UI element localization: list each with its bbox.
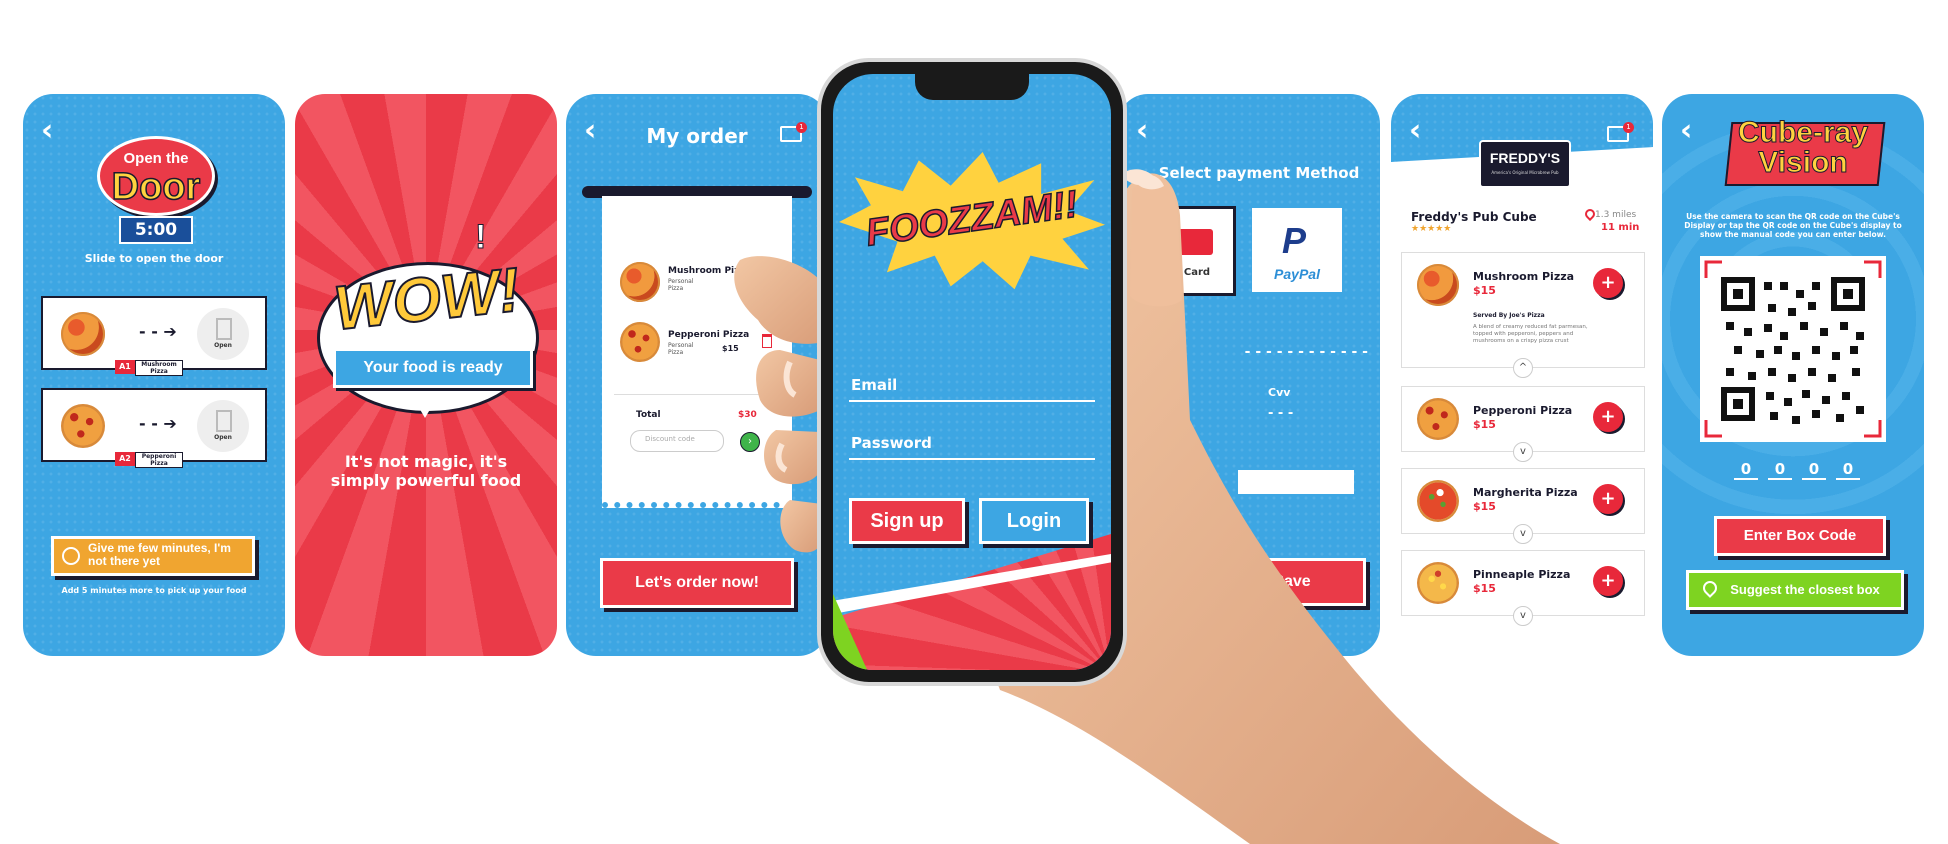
thumb-image: [1130, 174, 1182, 307]
